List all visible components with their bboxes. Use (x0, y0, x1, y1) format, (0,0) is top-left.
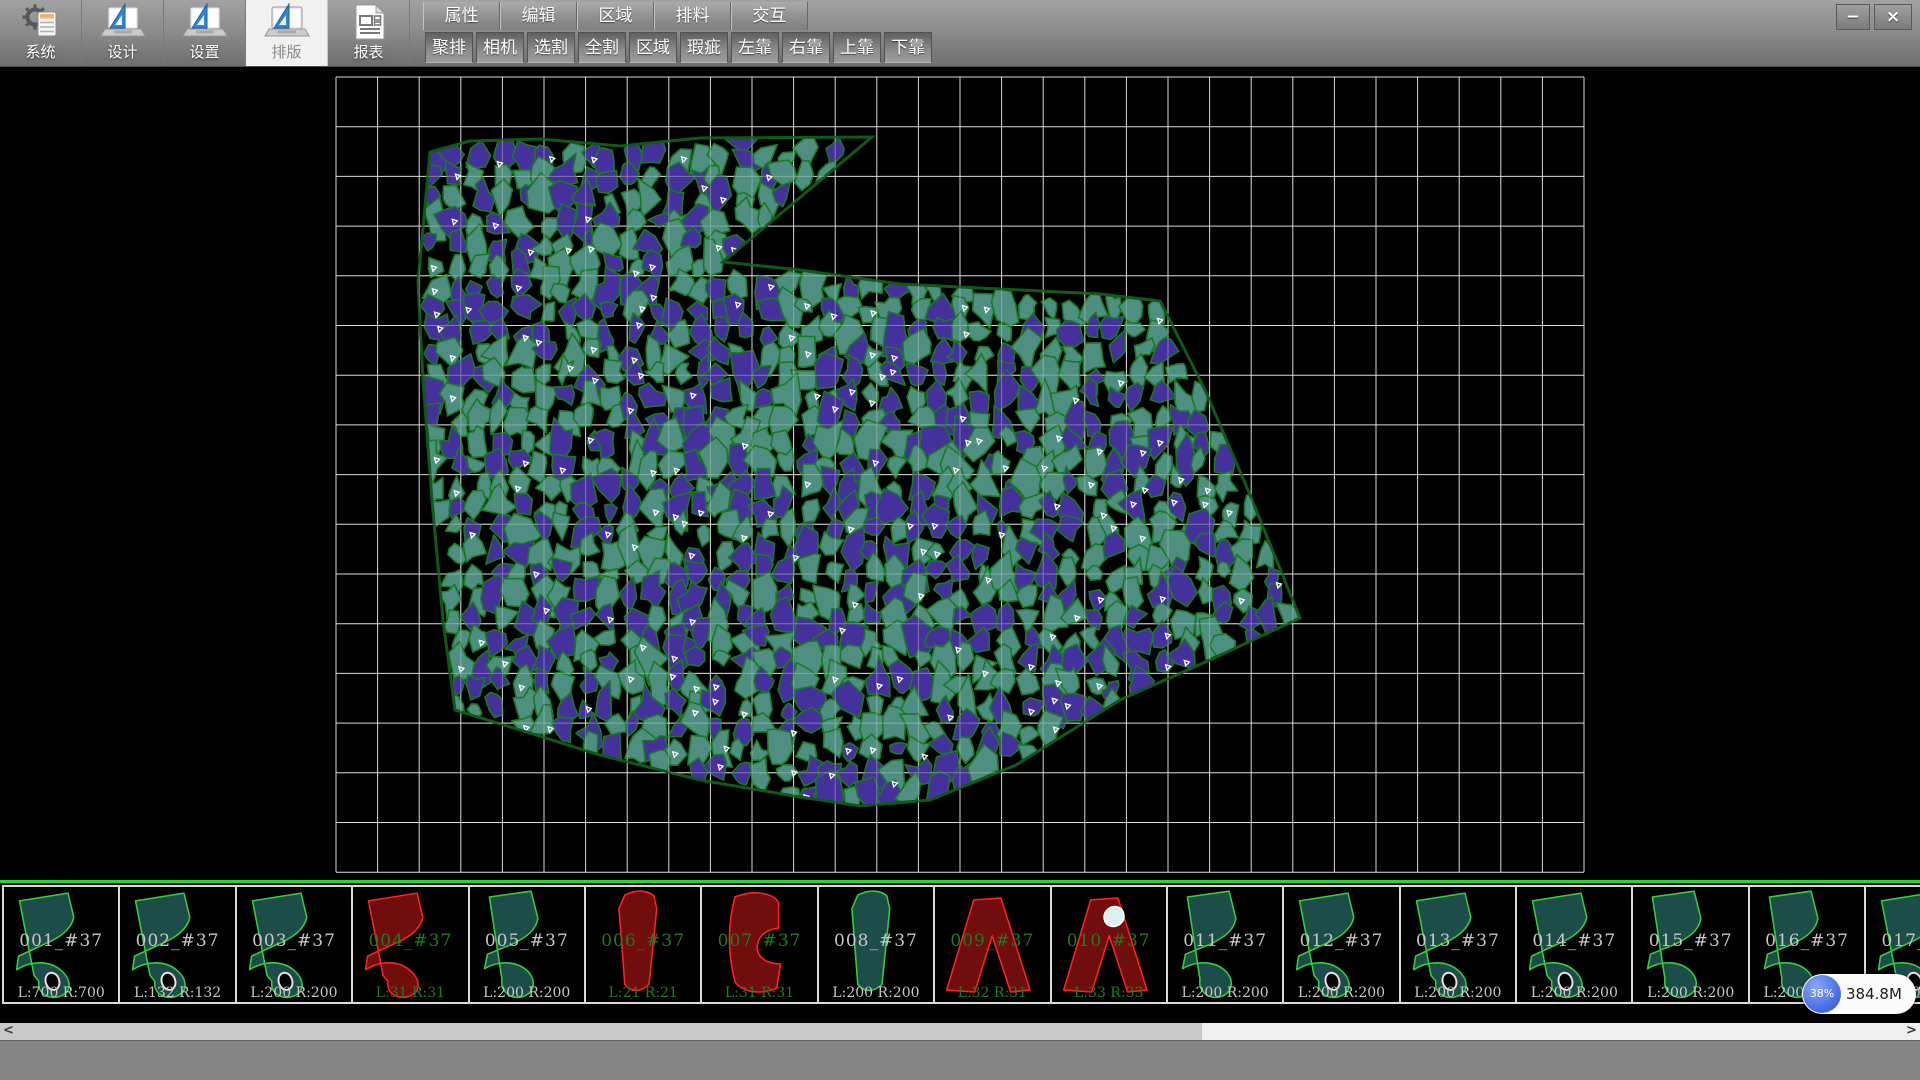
piece-id-label: 013_#37 (1401, 931, 1515, 951)
tab-region[interactable]: 区域 (577, 2, 654, 30)
tool-label: 报表 (353, 42, 383, 62)
scroll-right-button[interactable]: > (1903, 1023, 1920, 1040)
piece-thumbnail[interactable]: 008_#37 L:200 R:200 (817, 885, 935, 1004)
piece-thumbnail-strip: 001_#37 L:700 R:700 002_#37 L:132 R:132 … (0, 880, 1920, 1023)
cluster-nest-button[interactable]: 聚排 (425, 32, 473, 63)
tab-interaction[interactable]: 交互 (731, 2, 808, 30)
piece-lr-label: L:200 R:200 (819, 985, 933, 1001)
memory-badge[interactable]: 38% 384.8M (1802, 974, 1916, 1014)
piece-thumbnail[interactable]: 003_#37 L:200 R:200 (235, 885, 353, 1004)
ribbon-action-row: 聚排相机选割全割区域瑕疵左靠右靠上靠下靠 (425, 32, 935, 63)
ribbon-tab-row: 属性编辑区域排料交互 (423, 2, 808, 30)
piece-id-label: 012_#37 (1284, 931, 1398, 951)
scroll-left-button[interactable]: < (0, 1023, 17, 1040)
tab-nesting[interactable]: 排料 (654, 2, 731, 30)
piece-lr-label: L:200 R:200 (237, 985, 351, 1001)
layout-tool-button[interactable]: 排版 (246, 0, 328, 66)
tool-label: 设计 (107, 42, 137, 62)
nesting-drawing (0, 66, 1920, 880)
piece-id-label: 001_#37 (4, 931, 118, 951)
scroll-thumb[interactable] (17, 1023, 1202, 1040)
piece-thumbnail-cells: 001_#37 L:700 R:700 002_#37 L:132 R:132 … (0, 885, 1920, 1004)
report-tool-button[interactable]: 报表 (328, 0, 410, 66)
tool-label: 排版 (271, 42, 301, 62)
piece-thumbnail[interactable]: 005_#37 L:200 R:200 (468, 885, 586, 1004)
piece-id-label: 007_#37 (702, 931, 816, 951)
piece-id-label: 003_#37 (237, 931, 351, 951)
cut-all-button[interactable]: 全割 (578, 32, 626, 63)
region-button[interactable]: 区域 (629, 32, 677, 63)
select-cut-button[interactable]: 选割 (527, 32, 575, 63)
piece-lr-label: L:200 R:200 (1168, 985, 1282, 1001)
tool-label: 设置 (189, 42, 219, 62)
piece-id-label: 005_#37 (470, 931, 584, 951)
piece-thumbnail[interactable]: 004_#37 L:31 R:31 (351, 885, 469, 1004)
piece-id-label: 002_#37 (120, 931, 234, 951)
piece-thumbnail[interactable]: 002_#37 L:132 R:132 (118, 885, 236, 1004)
piece-id-label: 014_#37 (1517, 931, 1631, 951)
defect-button[interactable]: 瑕疵 (680, 32, 728, 63)
title-bar: 系统 设计 设置 排版 报表 属性编辑区域排料交互 聚排相机选割全割区域瑕疵左靠… (0, 0, 1920, 67)
snap-top-button[interactable]: 上靠 (833, 32, 881, 63)
piece-lr-label: L:200 R:200 (1633, 985, 1747, 1001)
main-tool-group: 系统 设计 设置 排版 报表 (0, 0, 410, 66)
snap-right-button[interactable]: 右靠 (782, 32, 830, 63)
piece-thumbnail[interactable]: 010_#37 L:33 R:33 (1050, 885, 1168, 1004)
settings-icon (182, 2, 228, 42)
system-icon (20, 2, 62, 42)
piece-id-label: 010_#37 (1052, 931, 1166, 951)
piece-id-label: 015_#37 (1633, 931, 1747, 951)
minimize-button[interactable]: − (1836, 4, 1870, 30)
strip-separator-line (0, 880, 1920, 883)
camera-button[interactable]: 相机 (476, 32, 524, 63)
design-icon (100, 2, 146, 42)
piece-lr-label: L:200 R:200 (470, 985, 584, 1001)
piece-lr-label: L:700 R:700 (4, 985, 118, 1001)
piece-id-label: 017_#37 (1866, 931, 1920, 951)
snap-bottom-button[interactable]: 下靠 (884, 32, 932, 63)
memory-size-label: 384.8M (1846, 974, 1912, 1014)
tool-label: 系统 (25, 42, 55, 62)
design-tool-button[interactable]: 设计 (82, 0, 164, 66)
piece-thumbnail[interactable]: 007_#37 L:31 R:31 (700, 885, 818, 1004)
thumbnail-scrollbar[interactable]: < > (0, 1023, 1920, 1040)
snap-left-button[interactable]: 左靠 (731, 32, 779, 63)
piece-id-label: 008_#37 (819, 931, 933, 951)
progress-circle: 38% (1803, 975, 1841, 1013)
piece-lr-label: L:33 R:33 (1052, 985, 1166, 1001)
piece-thumbnail[interactable]: 013_#37 L:200 R:200 (1399, 885, 1517, 1004)
piece-thumbnail[interactable]: 006_#37 L:21 R:21 (584, 885, 702, 1004)
piece-thumbnail[interactable]: 009_#37 L:32 R:31 (933, 885, 1051, 1004)
piece-id-label: 006_#37 (586, 931, 700, 951)
settings-tool-button[interactable]: 设置 (164, 0, 246, 66)
piece-thumbnail[interactable]: 001_#37 L:700 R:700 (2, 885, 120, 1004)
piece-thumbnail[interactable]: 012_#37 L:200 R:200 (1282, 885, 1400, 1004)
tab-edit[interactable]: 编辑 (500, 2, 577, 30)
report-icon (350, 2, 388, 42)
piece-lr-label: L:31 R:31 (353, 985, 467, 1001)
nesting-canvas[interactable] (0, 66, 1920, 880)
piece-thumbnail[interactable]: 014_#37 L:200 R:200 (1515, 885, 1633, 1004)
piece-lr-label: L:32 R:31 (935, 985, 1049, 1001)
tab-properties[interactable]: 属性 (423, 2, 500, 30)
piece-thumbnail[interactable]: 011_#37 L:200 R:200 (1166, 885, 1284, 1004)
piece-lr-label: L:200 R:200 (1284, 985, 1398, 1001)
piece-lr-label: L:200 R:200 (1401, 985, 1515, 1001)
piece-lr-label: L:200 R:200 (1517, 985, 1631, 1001)
system-tool-button[interactable]: 系统 (0, 0, 82, 66)
status-bar (0, 1040, 1920, 1080)
piece-id-label: 004_#37 (353, 931, 467, 951)
piece-id-label: 009_#37 (935, 931, 1049, 951)
piece-id-label: 011_#37 (1168, 931, 1282, 951)
piece-lr-label: L:31 R:31 (702, 985, 816, 1001)
close-button[interactable]: × (1874, 4, 1912, 30)
piece-id-label: 016_#37 (1750, 931, 1864, 951)
piece-thumbnail[interactable]: 015_#37 L:200 R:200 (1631, 885, 1749, 1004)
layout-icon (264, 2, 310, 42)
piece-lr-label: L:21 R:21 (586, 985, 700, 1001)
piece-lr-label: L:132 R:132 (120, 985, 234, 1001)
